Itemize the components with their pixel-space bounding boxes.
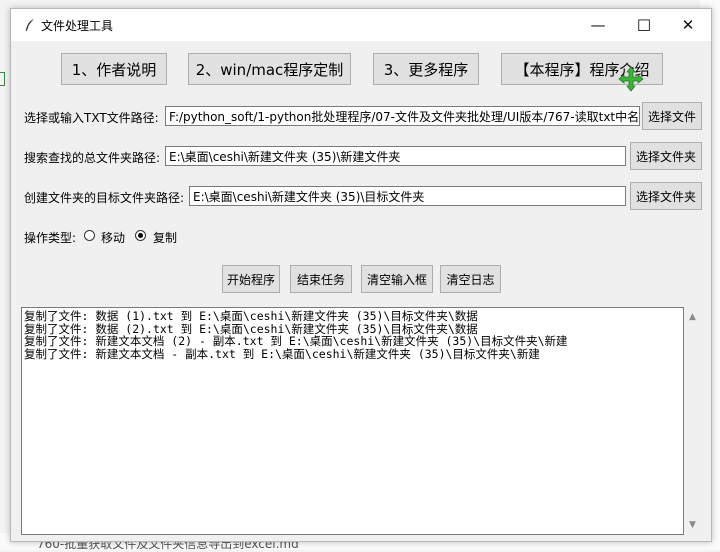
txt-path-label: 选择或输入TXT文件路径: <box>24 111 159 125</box>
operation-type-label: 操作类型: <box>24 231 77 245</box>
author-info-button[interactable]: 1、作者说明 <box>61 53 167 85</box>
scroll-up-icon[interactable]: ▲ <box>684 309 701 325</box>
log-line: 复制了文件: 数据 (1).txt 到 E:\桌面\ceshi\新建文件夹 (3… <box>24 309 478 323</box>
clear-inputs-button[interactable]: 清空输入框 <box>361 265 433 293</box>
select-search-folder-button[interactable]: 选择文件夹 <box>630 142 702 170</box>
log-line: 复制了文件: 新建文本文档 (2) - 副本.txt 到 E:\桌面\ceshi… <box>24 334 568 348</box>
move-cursor-icon <box>618 66 644 92</box>
target-folder-label: 创建文件夹的目标文件夹路径: <box>24 191 185 205</box>
maximize-button[interactable]: ☐ <box>621 9 667 41</box>
more-programs-button[interactable]: 3、更多程序 <box>373 53 479 85</box>
custom-program-button[interactable]: 2、win/mac程序定制 <box>188 53 351 85</box>
minimize-button[interactable]: — <box>575 9 621 41</box>
app-window: 文件处理工具 — ☐ ✕ 1、作者说明 2、win/mac程序定制 3、更多程序… <box>10 8 712 542</box>
radio-copy[interactable] <box>135 230 146 241</box>
log-line: 复制了文件: 新建文本文档 - 副本.txt 到 E:\桌面\ceshi\新建文… <box>24 346 540 361</box>
window-title: 文件处理工具 <box>41 19 114 33</box>
feather-icon <box>25 19 34 32</box>
select-target-folder-button[interactable]: 选择文件夹 <box>630 182 702 210</box>
select-file-button[interactable]: 选择文件 <box>642 102 702 130</box>
scroll-down-icon[interactable]: ▼ <box>684 517 701 533</box>
clear-log-button[interactable]: 清空日志 <box>440 265 501 293</box>
radio-copy-label[interactable]: 复制 <box>153 229 177 246</box>
desktop-edge-marker <box>0 72 5 86</box>
log-scrollbar[interactable]: ▲ ▼ <box>684 307 701 535</box>
radio-move-label[interactable]: 移动 <box>101 229 125 246</box>
search-folder-input[interactable]: E:\桌面\ceshi\新建文件夹 (35)\新建文件夹 <box>165 146 626 166</box>
target-folder-input[interactable]: E:\桌面\ceshi\新建文件夹 (35)\目标文件夹 <box>189 186 626 206</box>
title-bar[interactable]: 文件处理工具 — ☐ ✕ <box>11 9 711 41</box>
txt-path-input[interactable]: F:/python_soft/1-python批处理程序/07-文件及文件夹批处… <box>165 106 640 126</box>
radio-move[interactable] <box>84 230 95 241</box>
search-folder-label: 搜索查找的总文件夹路径: <box>24 151 161 165</box>
log-textarea[interactable]: 复制了文件: 数据 (1).txt 到 E:\桌面\ceshi\新建文件夹 (3… <box>21 307 684 535</box>
start-button[interactable]: 开始程序 <box>222 265 280 293</box>
close-button[interactable]: ✕ <box>665 9 711 41</box>
stop-task-button[interactable]: 结束任务 <box>290 265 352 293</box>
